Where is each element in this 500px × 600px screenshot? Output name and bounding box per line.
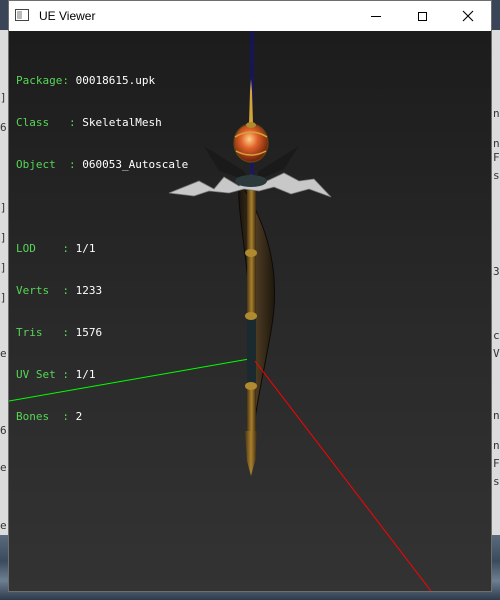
background-text: n bbox=[493, 137, 500, 150]
info-label: Verts : bbox=[16, 284, 76, 297]
info-label: Object : bbox=[16, 158, 83, 171]
window-title: UE Viewer bbox=[39, 9, 96, 23]
background-text: s bbox=[493, 169, 500, 182]
minimize-icon bbox=[371, 15, 381, 17]
minimize-button[interactable] bbox=[353, 1, 399, 31]
background-window-right: n n F s 3 c V n n F s bbox=[492, 30, 500, 600]
fire-orb bbox=[233, 123, 269, 163]
mesh-info-panel: Package: 00018615.upk Class : SkeletalMe… bbox=[16, 46, 188, 452]
background-text: e bbox=[0, 461, 7, 474]
info-row-object: Object : 060053_Autoscale bbox=[16, 158, 188, 172]
background-text: ] bbox=[0, 91, 7, 104]
background-text: ] bbox=[0, 201, 7, 214]
background-text: ] bbox=[0, 291, 7, 304]
shaft-ring bbox=[245, 312, 257, 320]
info-value: 1233 bbox=[75, 284, 103, 297]
info-label: Tris : bbox=[16, 326, 76, 339]
blade bbox=[238, 179, 275, 427]
maximize-button[interactable] bbox=[399, 1, 445, 31]
background-text: 6 bbox=[0, 424, 7, 437]
background-text: c bbox=[493, 329, 500, 342]
info-row-tris: Tris : 1576 bbox=[16, 326, 188, 340]
background-text: n bbox=[493, 409, 500, 422]
info-label: UV Set : bbox=[16, 368, 76, 381]
info-value: 1576 bbox=[75, 326, 103, 339]
info-value: 2 bbox=[75, 410, 83, 423]
info-row-verts: Verts : 1233 bbox=[16, 284, 188, 298]
shaft-ring bbox=[245, 382, 257, 390]
shaft-ring bbox=[245, 249, 257, 257]
info-row-lod: LOD : 1/1 bbox=[16, 242, 188, 256]
info-label: Class : bbox=[16, 116, 83, 129]
staff-tip bbox=[245, 431, 257, 476]
close-button[interactable] bbox=[445, 1, 491, 31]
info-value: 1/1 bbox=[75, 242, 96, 255]
collar bbox=[235, 175, 267, 187]
title-bar[interactable]: UE Viewer bbox=[9, 1, 491, 31]
background-text: n bbox=[493, 107, 500, 120]
background-text: F bbox=[493, 457, 500, 470]
ue-viewer-window: UE Viewer Package: 00018615.upk Class: … bbox=[8, 0, 492, 592]
background-text: 6 bbox=[0, 121, 7, 134]
background-text: ] bbox=[0, 261, 7, 274]
background-text: 3 bbox=[493, 265, 500, 278]
info-label: Bones : bbox=[16, 410, 76, 423]
3d-viewport[interactable]: Package: 00018615.upk Class : SkeletalMe… bbox=[9, 31, 491, 591]
background-text: n bbox=[493, 439, 500, 452]
shaft-grip bbox=[247, 316, 256, 386]
background-text: s bbox=[493, 475, 500, 488]
info-row-bones: Bones : 2 bbox=[16, 410, 188, 424]
background-text: e bbox=[0, 519, 7, 532]
info-row-uvset: UV Set : 1/1 bbox=[16, 368, 188, 382]
info-value: 060053_Autoscale bbox=[82, 158, 189, 171]
close-icon bbox=[462, 10, 474, 22]
info-value: 1/1 bbox=[75, 368, 96, 381]
background-window-left: ] 6 ] ] ] ] e 6 e e ] bbox=[0, 30, 8, 600]
window-icon bbox=[15, 9, 29, 21]
background-text: e bbox=[0, 347, 7, 360]
background-text: ] bbox=[0, 231, 7, 244]
background-text: V bbox=[493, 347, 500, 360]
spire-base bbox=[246, 122, 256, 128]
info-label: Package: bbox=[16, 74, 76, 87]
info-value: 00018615.upk bbox=[75, 74, 156, 87]
maximize-icon bbox=[417, 11, 427, 21]
info-label: LOD : bbox=[16, 242, 76, 255]
info-row-class: Class : SkeletalMesh bbox=[16, 116, 188, 130]
info-value: SkeletalMesh bbox=[82, 116, 162, 129]
background-text: F bbox=[493, 151, 500, 164]
x-axis-line bbox=[254, 360, 432, 591]
info-row-package: Package: 00018615.upk bbox=[16, 74, 188, 88]
